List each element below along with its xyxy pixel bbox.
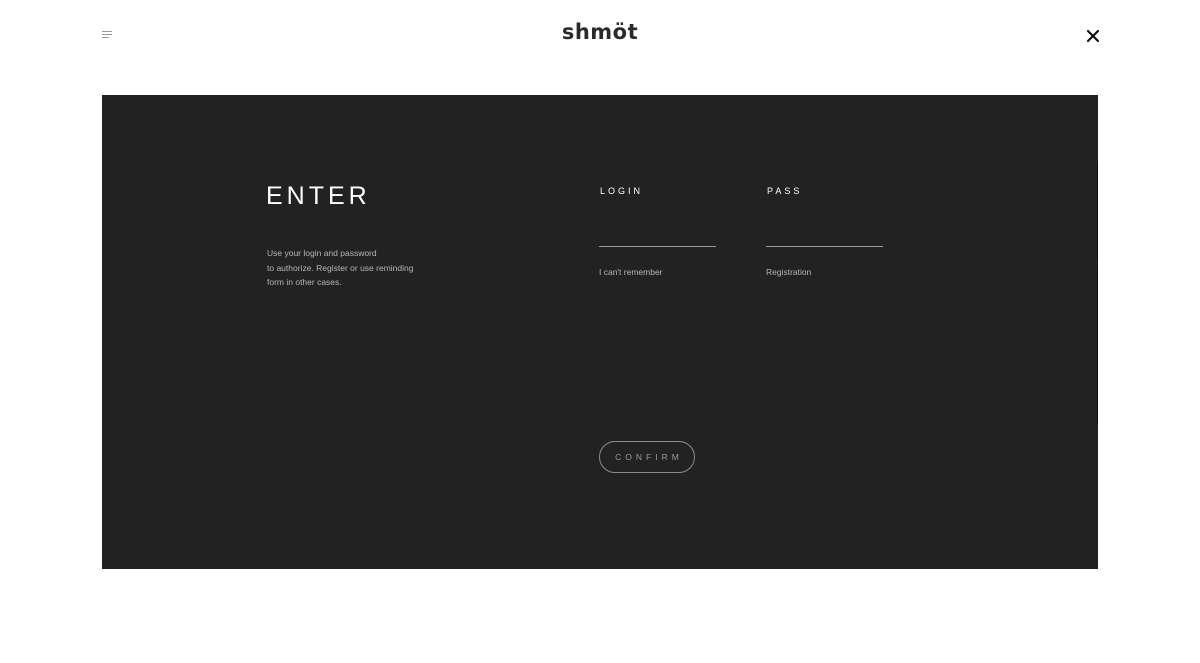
site-logo[interactable]: shmöt <box>0 20 1200 44</box>
login-field-group: LOGIN I can't remember <box>599 186 716 277</box>
panel-edge-divider <box>1097 163 1098 261</box>
login-input[interactable] <box>599 226 716 247</box>
panel-edge-divider <box>1097 265 1098 425</box>
forgot-password-link[interactable]: I can't remember <box>599 267 716 277</box>
close-icon[interactable] <box>1086 29 1100 43</box>
registration-link[interactable]: Registration <box>766 267 883 277</box>
confirm-button[interactable]: CONFIRM <box>599 441 695 473</box>
pass-field-group: PASS Registration <box>766 186 883 277</box>
login-label: LOGIN <box>600 186 644 196</box>
panel-description: Use your login and password to authorize… <box>267 248 414 287</box>
panel-title: ENTER <box>266 182 371 210</box>
pass-label: PASS <box>767 186 803 196</box>
login-panel: ENTER Use your login and password to aut… <box>102 95 1098 569</box>
pass-input[interactable] <box>766 226 883 247</box>
login-page: shmöt ENTER Use your login and password … <box>0 0 1200 663</box>
